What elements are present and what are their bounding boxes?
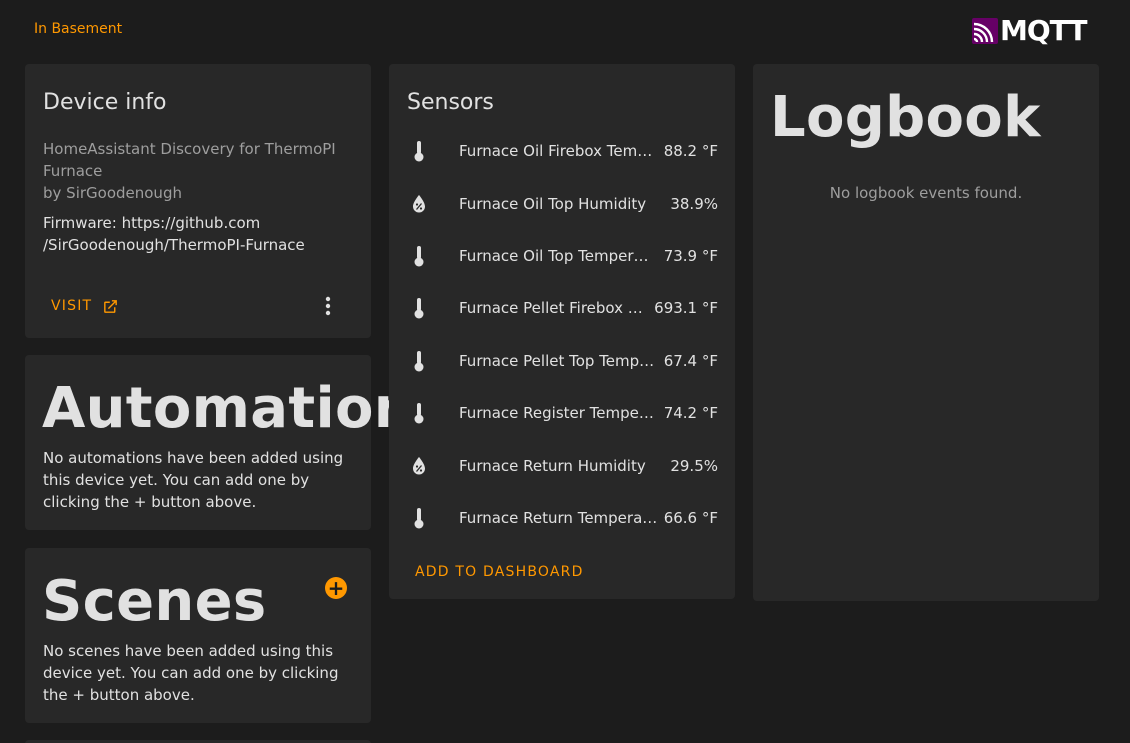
brand-text: MQTT xyxy=(1000,14,1088,47)
sensor-row[interactable]: Furnace Pellet Top Temperature 67.4 °F xyxy=(389,335,735,387)
thermometer-icon xyxy=(409,296,429,320)
sensor-value: 73.9 °F xyxy=(663,246,718,265)
dots-vertical-icon xyxy=(325,296,331,316)
device-info-card: Device info HomeAssistant Discovery for … xyxy=(25,64,371,338)
sensor-name: Furnace Oil Firebox Temperature xyxy=(459,142,658,161)
thermometer-icon xyxy=(409,244,429,268)
sensor-name: Furnace Pellet Top Temperature xyxy=(459,351,658,370)
sensor-value: 67.4 °F xyxy=(663,351,718,370)
scenes-empty-text: No scenes have been added using this dev… xyxy=(43,642,339,704)
sensor-row[interactable]: Furnace Pellet Firebox Temperature 693.1 … xyxy=(389,282,735,334)
sensor-row[interactable]: Furnace Return Humidity 29.5% xyxy=(389,439,735,491)
sensor-value: 66.6 °F xyxy=(663,508,718,527)
logbook-title: Logbook xyxy=(770,85,1041,150)
device-manufacturer: by SirGoodenough xyxy=(43,184,182,202)
sensor-row[interactable]: Furnace Register Temperature 74.2 °F xyxy=(389,387,735,439)
thermometer-icon xyxy=(409,506,429,530)
sensor-row[interactable]: Furnace Oil Top Humidity 38.9% xyxy=(389,177,735,229)
sensor-value: 74.2 °F xyxy=(663,404,718,423)
visit-button[interactable]: VISIT xyxy=(43,292,127,320)
area-link[interactable]: In Basement xyxy=(34,21,122,37)
sensors-title: Sensors xyxy=(407,90,494,115)
automations-empty-text: No automations have been added using thi… xyxy=(43,449,344,511)
thermometer-icon xyxy=(409,401,429,425)
sensor-name: Furnace Return Temperature xyxy=(459,508,658,527)
sensor-name: Furnace Oil Top Humidity xyxy=(459,194,647,213)
more-options-button[interactable] xyxy=(315,292,341,320)
device-info-title: Device info xyxy=(43,90,167,115)
visit-label: VISIT xyxy=(51,298,93,314)
water-percent-icon xyxy=(409,192,429,216)
sensor-value: 38.9% xyxy=(670,194,718,213)
device-model: HomeAssistant Discovery for ThermoPI Fur… xyxy=(43,140,336,180)
mqtt-signal-icon xyxy=(972,17,998,44)
device-firmware: Firmware: https://github.com /SirGoodeno… xyxy=(43,212,353,256)
add-scene-button[interactable]: + xyxy=(325,577,347,599)
sensor-name: Furnace Pellet Firebox Temperature xyxy=(459,299,648,318)
water-percent-icon xyxy=(409,454,429,478)
logbook-empty-text: No logbook events found. xyxy=(829,184,1023,202)
sensor-name: Furnace Oil Top Temperature xyxy=(459,246,658,265)
automations-card: Automations No automations have been add… xyxy=(25,355,447,530)
sensor-name: Furnace Register Temperature xyxy=(459,404,658,423)
firmware-line-1: Firmware: https://github.com xyxy=(43,214,261,232)
automations-title: Automations xyxy=(42,376,448,441)
logbook-card: Logbook No logbook events found. xyxy=(753,64,1099,601)
device-description: HomeAssistant Discovery for ThermoPI Fur… xyxy=(43,138,343,204)
scenes-card: Scenes + No scenes have been added using… xyxy=(25,548,371,723)
sensor-name: Furnace Return Humidity xyxy=(459,456,646,475)
sensor-row[interactable]: Furnace Oil Top Temperature 73.9 °F xyxy=(389,230,735,282)
sensor-row[interactable]: Furnace Return Temperature 66.6 °F xyxy=(389,492,735,544)
thermometer-icon xyxy=(409,349,429,373)
sensor-row[interactable]: Furnace Oil Firebox Temperature 88.2 °F xyxy=(389,125,735,177)
sensors-card: Sensors Furnace Oil Firebox Temperature 8… xyxy=(389,64,735,599)
sensor-value: 29.5% xyxy=(670,456,718,475)
sensor-value: 693.1 °F xyxy=(654,299,718,318)
sensor-value: 88.2 °F xyxy=(663,142,718,161)
add-to-dashboard-button[interactable]: ADD TO DASHBOARD xyxy=(407,562,592,582)
open-in-new-icon xyxy=(104,299,118,313)
scenes-title: Scenes xyxy=(42,569,267,634)
firmware-line-2: /SirGoodenough/ThermoPI-Furnace xyxy=(43,236,305,254)
sensor-list: Furnace Oil Firebox Temperature88.2 °FFu… xyxy=(389,125,735,544)
mqtt-logo: MQTT xyxy=(972,14,1088,47)
thermometer-icon xyxy=(409,139,429,163)
